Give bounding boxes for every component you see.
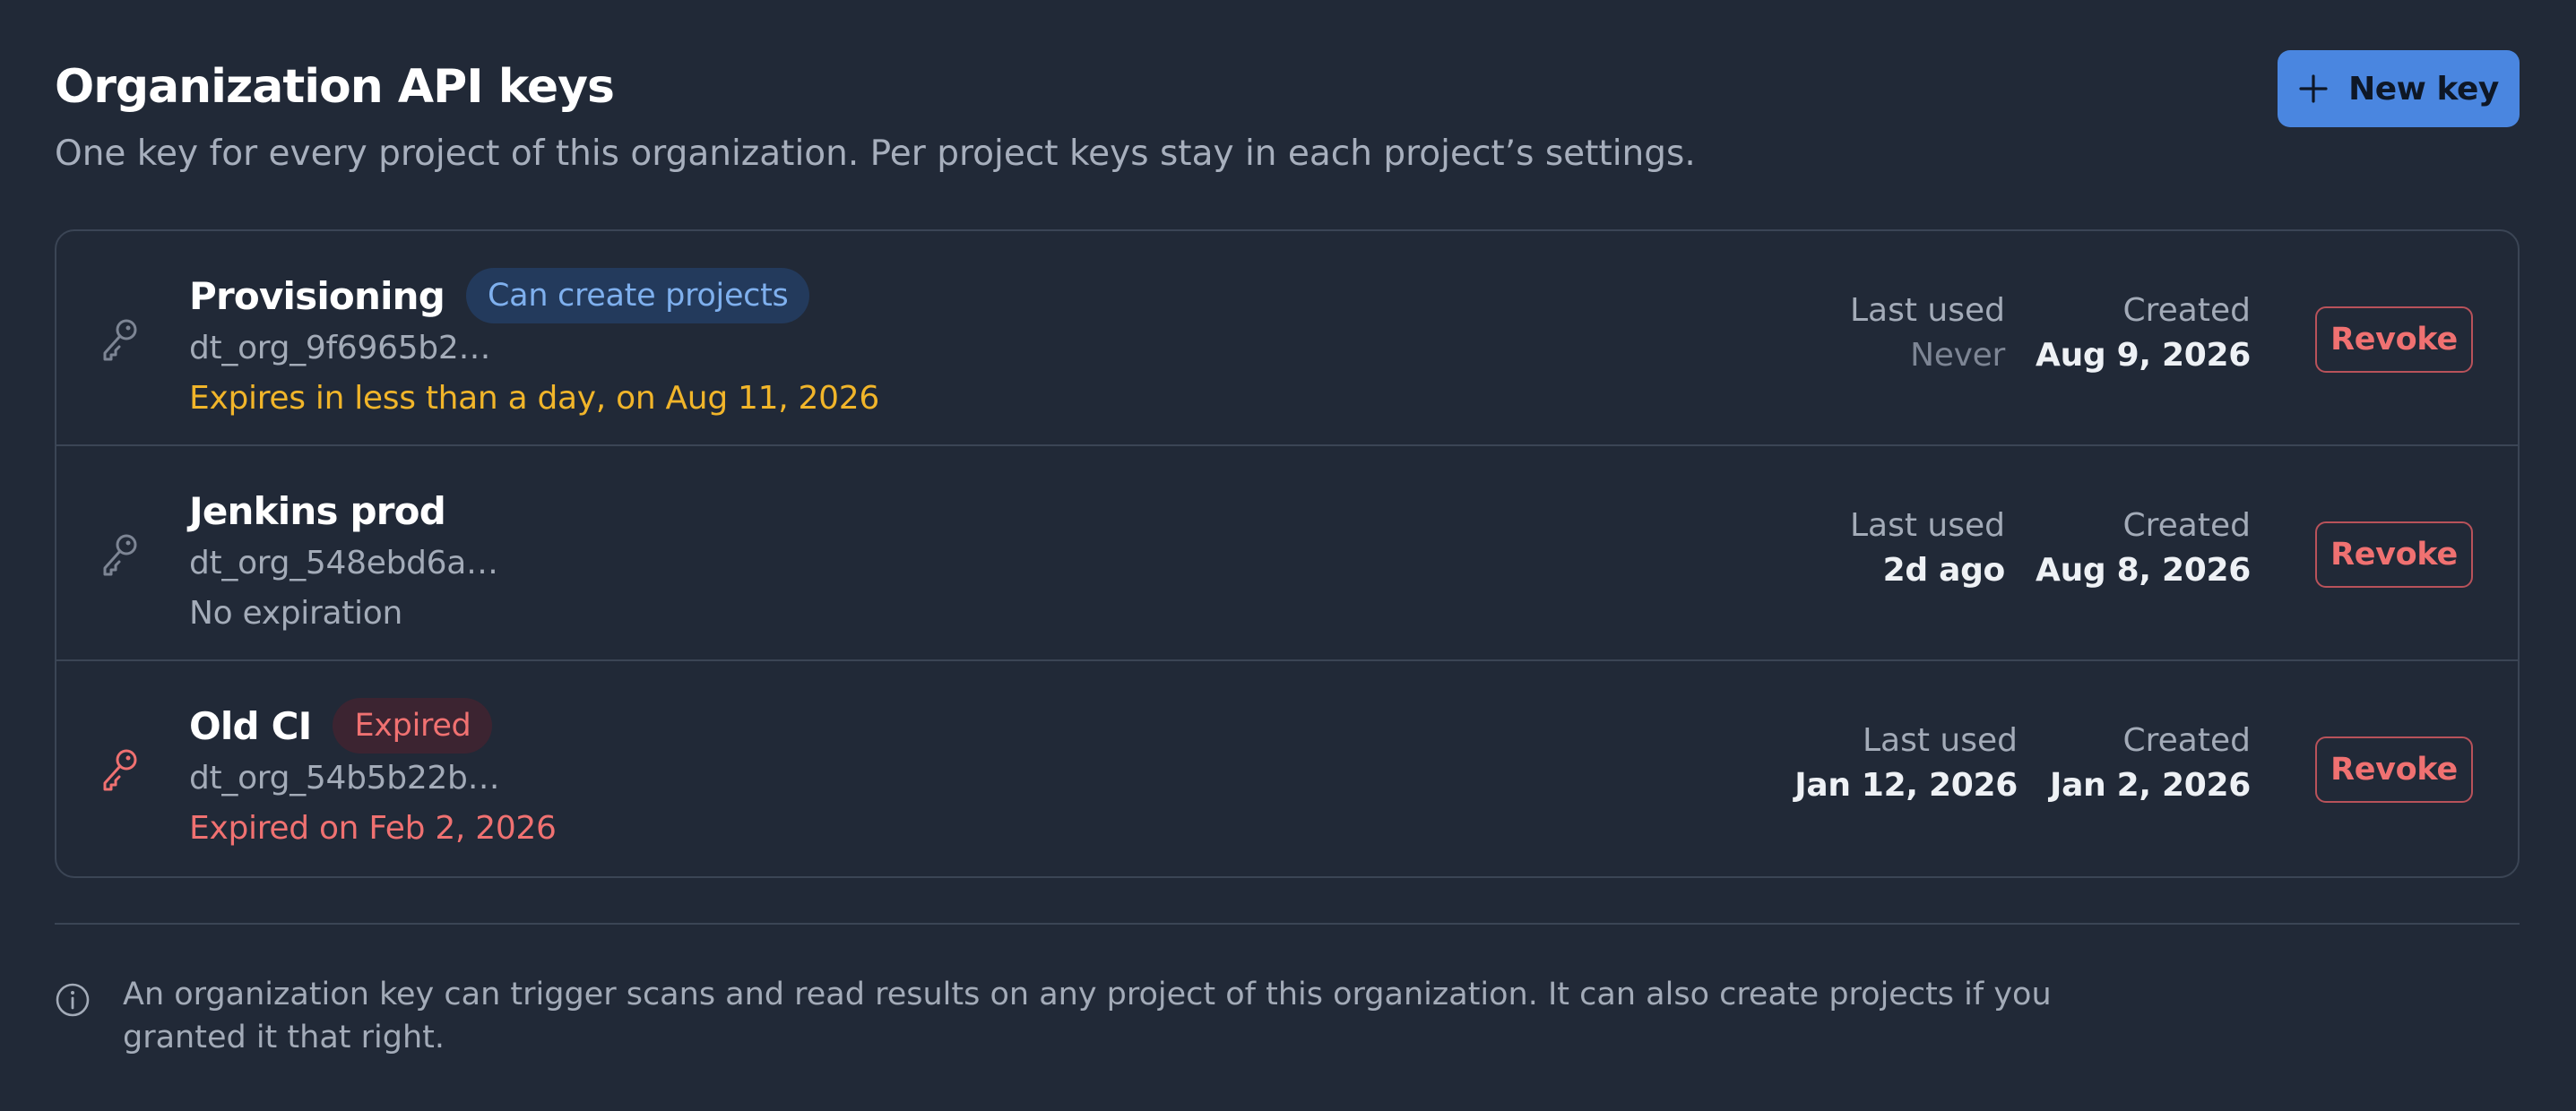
key-row-jenkins-prod: Jenkins prod dt_org_548ebd6a… No expirat… [56,446,2518,661]
revoke-button[interactable]: Revoke [2315,521,2473,588]
api-keys-page: Organization API keys One key for every … [55,50,2520,1059]
last-used-value: 2d ago [1882,552,2006,589]
created-stat: Created Aug 9, 2026 [2036,289,2251,378]
page-header: Organization API keys One key for every … [55,50,2520,229]
new-key-button[interactable]: New key [2278,50,2520,127]
key-info: Provisioning Can create projects dt_org_… [189,267,879,421]
revoke-button[interactable]: Revoke [2315,736,2473,803]
key-row-provisioning: Provisioning Can create projects dt_org_… [56,231,2518,446]
key-icon [103,534,137,576]
key-row-old-ci: Old CI Expired dt_org_54b5b22b… Expired … [56,661,2518,876]
created-value: Aug 9, 2026 [2036,337,2251,374]
page-subtitle: One key for every project of this organi… [55,133,1696,174]
plus-icon [2299,74,2328,103]
key-expiry: No expiration [189,595,402,632]
key-name: Jenkins prod [189,488,446,533]
key-name-line: Jenkins prod [189,482,498,539]
permission-badge: Can create projects [466,268,810,323]
revoke-button[interactable]: Revoke [2315,306,2473,373]
last-used-value: Jan 12, 2026 [1794,767,2018,804]
created-stat: Created Jan 2, 2026 [2050,719,2251,808]
page-title: Organization API keys [55,60,615,114]
last-used-label: Last used [1849,507,2005,544]
key-expiry: Expires in less than a day, on Aug 11, 2… [189,380,879,417]
new-key-label: New key [2348,70,2499,108]
header-text: Organization API keys One key for every … [55,50,1696,179]
created-stat: Created Aug 8, 2026 [2036,504,2251,593]
key-name: Old CI [189,703,312,748]
key-id: dt_org_9f6965b2… [189,330,491,366]
api-key-list: Provisioning Can create projects dt_org_… [55,229,2520,878]
key-name-line: Old CI Expired [189,697,557,754]
info-icon [56,983,90,1017]
expired-badge: Expired [333,698,493,754]
section-divider [55,923,2520,925]
created-label: Created [2122,722,2251,759]
last-used-value: Never [1910,337,2005,374]
key-info: Old CI Expired dt_org_54b5b22b… Expired … [189,697,557,851]
last-used-stat: Last used 2d ago [1850,504,2005,593]
created-label: Created [2122,507,2251,544]
info-note-text: An organization key can trigger scans an… [123,977,2052,1055]
last-used-label: Last used [1849,292,2005,329]
key-icon [103,319,137,361]
last-used-stat: Last used Jan 12, 2026 [1794,719,2018,808]
info-note: An organization key can trigger scans an… [55,973,2520,1059]
last-used-stat: Last used Never [1850,289,2005,378]
key-name: Provisioning [189,273,445,318]
last-used-label: Last used [1862,722,2018,759]
key-expiry: Expired on Feb 2, 2026 [189,810,557,847]
created-value: Aug 8, 2026 [2036,552,2251,589]
key-id: dt_org_54b5b22b… [189,760,500,797]
created-value: Jan 2, 2026 [2049,767,2251,804]
key-name-line: Provisioning Can create projects [189,267,879,324]
created-label: Created [2122,292,2251,329]
key-icon [103,749,137,791]
key-id: dt_org_548ebd6a… [189,545,498,581]
key-info: Jenkins prod dt_org_548ebd6a… No expirat… [189,482,498,636]
